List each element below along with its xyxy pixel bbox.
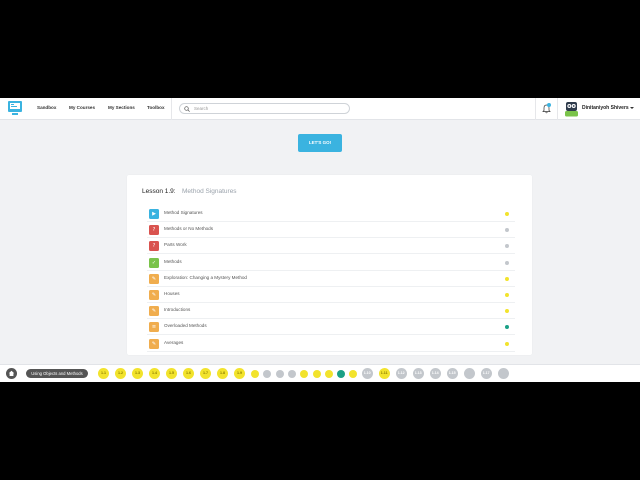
lesson-item[interactable]: ✎ Introductions xyxy=(147,303,515,320)
search-placeholder: Search xyxy=(194,106,209,111)
step-1-14[interactable]: 1.14 xyxy=(429,368,441,379)
app-window: Sandbox My Courses My Sections Toolbox S… xyxy=(0,98,640,382)
list-icon: ≡ xyxy=(149,322,159,333)
lesson-item[interactable]: ▶ Method Signatures xyxy=(147,206,515,222)
search-icon xyxy=(184,106,190,112)
lesson-item-label: Averages xyxy=(164,339,184,345)
quiz-icon: ? xyxy=(149,225,159,236)
video-icon-glyph: ▶ xyxy=(152,211,156,217)
step-1-12[interactable]: 1.12 xyxy=(395,368,407,379)
username[interactable]: Dinitaniyoh Shivers xyxy=(582,105,629,111)
step-activity[interactable] xyxy=(263,369,272,378)
check-icon-glyph: ✓ xyxy=(151,259,157,266)
step-activity[interactable] xyxy=(463,368,475,379)
lesson-card: Lesson 1.9: Method Signatures ▶ Method Si… xyxy=(127,175,532,355)
pencil-icon-glyph: ✎ xyxy=(151,275,157,282)
top-navbar: Sandbox My Courses My Sections Toolbox S… xyxy=(0,98,640,120)
bottom-progress-bar: Using Objects and Methods 1.1 1.2 1.3 1.4 1.… xyxy=(0,364,640,382)
nav-my-sections[interactable]: My Sections xyxy=(108,105,135,110)
list-icon-glyph: ≡ xyxy=(151,324,157,331)
step-1-11[interactable]: 1.11 xyxy=(378,368,390,379)
lets-go-button[interactable]: LET'S GO! xyxy=(298,134,342,152)
search-input[interactable]: Search xyxy=(179,103,350,114)
step-1-13[interactable]: 1.13 xyxy=(412,368,424,379)
nav-toolbox[interactable]: Toolbox xyxy=(147,105,165,110)
divider xyxy=(535,98,536,120)
chevron-down-icon[interactable] xyxy=(630,107,634,109)
lesson-item-label: Method Signatures xyxy=(164,210,203,215)
unit-label[interactable]: Using Objects and Methods xyxy=(26,369,88,378)
divider xyxy=(171,98,172,120)
home-button[interactable] xyxy=(6,368,17,379)
status-dot xyxy=(505,244,509,249)
check-icon: ✓ xyxy=(149,257,159,268)
lesson-item-label: Introductions xyxy=(164,307,191,313)
step-1-4[interactable]: 1.4 xyxy=(149,368,160,379)
lesson-item[interactable]: ≡ Overloaded Methods xyxy=(147,319,515,336)
lesson-item[interactable]: ? Parts Work xyxy=(147,238,515,255)
step-1-9[interactable]: 1.9 xyxy=(234,368,245,379)
step-activity[interactable] xyxy=(349,369,358,378)
lesson-item-label: Overloaded Methods xyxy=(164,323,207,329)
step-activity[interactable] xyxy=(251,369,259,378)
lesson-item[interactable]: ✎ Exploration: Changing a Mystery Method xyxy=(147,271,515,287)
nav-sandbox[interactable]: Sandbox xyxy=(37,105,56,110)
step-activity[interactable] xyxy=(275,369,284,378)
pencil-icon: ✎ xyxy=(149,338,159,349)
step-activity[interactable] xyxy=(287,369,296,378)
status-dot xyxy=(505,309,509,314)
step-1-3[interactable]: 1.3 xyxy=(132,368,143,379)
lesson-item-label: Methods xyxy=(164,258,182,264)
step-1-15[interactable]: 1.15 xyxy=(446,368,458,379)
lesson-item-label: Parts Work xyxy=(164,242,187,248)
video-icon: ▶ xyxy=(149,209,159,219)
quiz-icon: ? xyxy=(149,241,159,252)
lesson-item-label: Exploration: Changing a Mystery Method xyxy=(164,274,247,280)
lesson-subtitle: Method Signatures xyxy=(182,188,237,195)
status-dot xyxy=(505,212,509,216)
step-1-10[interactable]: 1.10 xyxy=(361,368,373,379)
status-dot xyxy=(505,228,509,233)
status-dot xyxy=(505,325,509,330)
logo-icon[interactable] xyxy=(8,101,22,116)
nav-my-courses[interactable]: My Courses xyxy=(69,105,95,110)
step-1-5[interactable]: 1.5 xyxy=(166,368,177,379)
step-activity[interactable] xyxy=(312,369,321,378)
step-activity[interactable] xyxy=(324,369,333,378)
status-dot xyxy=(505,260,509,265)
lesson-item[interactable]: ✎ Houses xyxy=(147,287,515,303)
lesson-item[interactable]: ✓ Methods xyxy=(147,255,515,271)
step-1-7[interactable]: 1.7 xyxy=(200,368,211,379)
lesson-item-label: Houses xyxy=(164,291,180,296)
step-activity[interactable] xyxy=(300,369,309,378)
lesson-item[interactable]: ? Methods or No Methods xyxy=(147,222,515,239)
step-activity[interactable] xyxy=(337,369,346,378)
step-1-1[interactable]: 1.1 xyxy=(98,368,109,379)
avatar[interactable] xyxy=(564,101,579,117)
step-1-6[interactable]: 1.6 xyxy=(183,368,194,379)
quiz-icon-glyph: ? xyxy=(152,227,156,234)
pencil-icon: ✎ xyxy=(149,290,159,300)
step-1-17[interactable]: 1.17 xyxy=(480,368,492,379)
notification-dot xyxy=(547,103,551,107)
divider xyxy=(557,98,558,120)
home-icon xyxy=(8,370,15,376)
status-dot xyxy=(505,341,509,346)
lesson-item-label: Methods or No Methods xyxy=(164,226,214,232)
step-1-2[interactable]: 1.2 xyxy=(115,368,126,379)
quiz-icon-glyph: ? xyxy=(152,243,156,250)
pencil-icon-glyph: ✎ xyxy=(151,340,157,347)
pencil-icon-glyph: ✎ xyxy=(151,292,157,298)
pencil-icon-glyph: ✎ xyxy=(151,308,157,315)
status-dot xyxy=(505,293,509,297)
step-activity[interactable] xyxy=(497,368,509,379)
status-dot xyxy=(505,276,509,281)
pencil-icon: ✎ xyxy=(149,273,159,284)
lesson-item[interactable]: ✎ Averages xyxy=(147,336,515,352)
lesson-title: Lesson 1.9: xyxy=(142,188,176,195)
step-1-8[interactable]: 1.8 xyxy=(217,368,228,379)
pencil-icon: ✎ xyxy=(149,306,159,317)
